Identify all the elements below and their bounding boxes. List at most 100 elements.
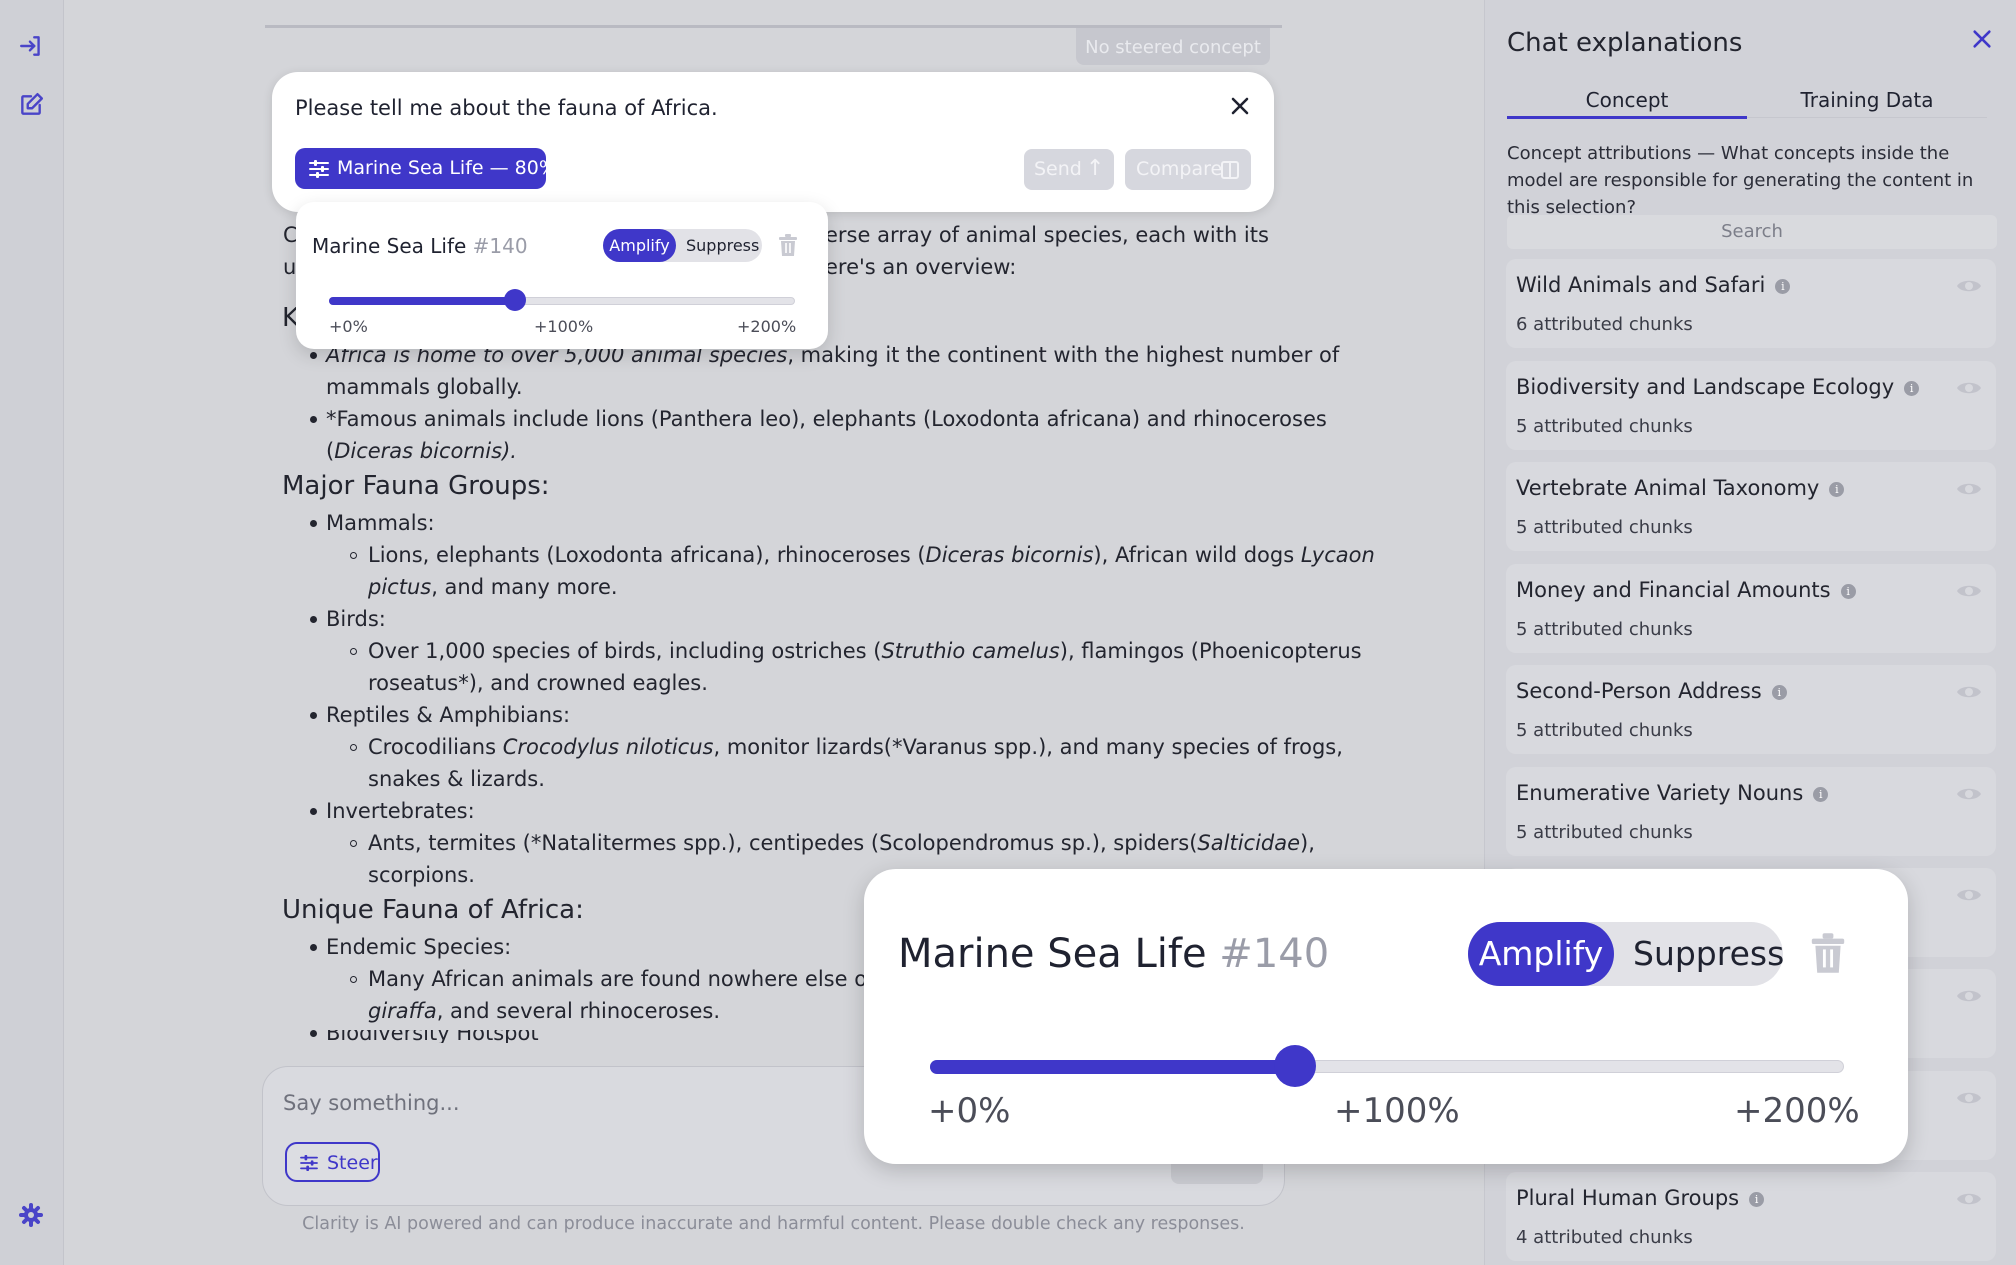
info-icon[interactable]: i [1829, 481, 1845, 497]
eye-icon[interactable] [1956, 480, 1982, 498]
concept-card[interactable]: Wild Animals and Safari i 6 attributed ch… [1506, 259, 1996, 348]
disclaimer-text: Clarity is AI powered and can produce in… [302, 1214, 1245, 1234]
slider-tick-min: +0% [329, 317, 368, 336]
mammals-label: Mammals: [326, 511, 435, 535]
eye-icon[interactable] [1956, 1089, 1982, 1107]
panel-description: Concept attributions — What concepts ins… [1507, 143, 1974, 218]
steer-slider-handle[interactable] [503, 289, 526, 311]
eye-icon[interactable] [1956, 1190, 1982, 1208]
composer-send-button[interactable] [1171, 1164, 1263, 1184]
sliders-icon [309, 160, 329, 178]
info-icon[interactable]: i [1749, 1191, 1765, 1207]
steer-slider-handle[interactable] [1273, 1045, 1316, 1087]
invertebrates-line-1: Ants, termites (*Natalitermes spp.), cen… [368, 831, 1315, 855]
bullet [310, 520, 317, 527]
tab-training-data[interactable]: Training Data [1747, 88, 1987, 112]
eye-icon[interactable] [1956, 987, 1982, 1005]
info-icon[interactable]: i [1771, 684, 1787, 700]
compare-button[interactable]: Compare [1125, 149, 1251, 190]
sign-in-icon[interactable] [16, 33, 46, 63]
panel-title: Chat explanations [1507, 28, 1743, 58]
info-icon[interactable]: i [1840, 583, 1856, 599]
eye-icon[interactable] [1956, 785, 1982, 803]
bullet [310, 944, 317, 951]
response-bullet-2: *Famous animals include lions (Panthera … [326, 407, 1327, 431]
response-intro-b1: erse array of animal species, each with … [825, 223, 1269, 247]
edit-icon[interactable] [16, 92, 46, 122]
eye-icon[interactable] [1956, 886, 1982, 904]
eye-icon[interactable] [1956, 379, 1982, 397]
mammals-line-1: Lions, elephants (Loxodonta africana), r… [368, 543, 1375, 567]
suppress-option[interactable]: Suppress [686, 229, 759, 262]
concept-card[interactable]: Second-Person Address i 5 attributed chun… [1506, 665, 1996, 754]
steer-button[interactable]: Steer [285, 1142, 380, 1182]
composer-input[interactable]: Say something... [283, 1091, 460, 1115]
steer-slider-fill [930, 1060, 1295, 1074]
concept-card-count: 4 attributed chunks [1516, 1227, 1693, 1248]
slider-tick-max: +200% [1734, 1091, 1860, 1131]
birds-line-2: roseatus*), and crowned eagles. [368, 671, 708, 695]
columns-icon [1221, 161, 1239, 179]
eye-icon[interactable] [1956, 277, 1982, 295]
info-icon[interactable]: i [1904, 380, 1920, 396]
sub-bullet [350, 648, 357, 655]
close-icon[interactable] [1228, 94, 1256, 122]
concept-card-count: 5 attributed chunks [1516, 822, 1693, 843]
close-icon[interactable] [1971, 28, 1999, 56]
bullet [310, 352, 317, 359]
tab-divider [1747, 117, 1987, 118]
birds-line-1: Over 1,000 species of birds, including o… [368, 639, 1362, 663]
info-icon[interactable]: i [1813, 786, 1829, 802]
bullet [310, 616, 317, 623]
search-input[interactable]: Search [1507, 215, 1997, 249]
reptiles-line-1: Crocodilians Crocodylus niloticus, monit… [368, 735, 1343, 759]
prompt-card: Please tell me about the fauna of Africa… [272, 72, 1274, 212]
concept-card-count: 5 attributed chunks [1516, 619, 1693, 640]
mammals-line-2: pictus, and many more. [368, 575, 618, 599]
concept-card-title: Enumerative Variety Nouns [1516, 781, 1804, 805]
amplify-option[interactable]: Amplify [603, 229, 676, 262]
prompt-text: Please tell me about the fauna of Africa… [295, 96, 718, 120]
bullet [310, 416, 317, 423]
eye-icon[interactable] [1956, 683, 1982, 701]
trash-icon[interactable] [778, 234, 798, 256]
suppress-option[interactable]: Suppress [1633, 922, 1784, 986]
endemic-line-1: Many African animals are found nowhere e… [368, 967, 922, 991]
send-button[interactable]: Send ↑ [1024, 149, 1114, 190]
concept-card[interactable]: Enumerative Variety Nouns i 5 attributed … [1506, 767, 1996, 856]
slider-tick-mid: +100% [534, 317, 594, 336]
sub-bullet [350, 976, 357, 983]
tab-concept[interactable]: Concept [1507, 88, 1747, 112]
concept-card-count: 5 attributed chunks [1516, 416, 1693, 437]
settings-icon[interactable] [16, 1203, 46, 1233]
sub-bullet [350, 840, 357, 847]
concept-card-count: 6 attributed chunks [1516, 314, 1693, 335]
concept-card[interactable]: Plural Human Groups i 4 attributed chunks [1506, 1172, 1996, 1261]
response-intro-a2: u [283, 255, 297, 279]
concept-card[interactable]: Biodiversity and Landscape Ecology i 5 at… [1506, 361, 1996, 450]
amplify-suppress-toggle[interactable]: Amplify Suppress [603, 229, 762, 262]
slider-tick-mid: +100% [1334, 1091, 1460, 1131]
amplify-option[interactable]: Amplify [1468, 922, 1614, 986]
steer-slider-fill [329, 297, 515, 305]
sliders-icon [300, 1155, 318, 1171]
trash-icon[interactable] [1810, 931, 1846, 975]
response-intro-b2: ere's an overview: [825, 255, 1017, 279]
left-rail [0, 0, 64, 1265]
concept-card[interactable]: Vertebrate Animal Taxonomy i 5 attributed… [1506, 462, 1996, 551]
concept-card-title: Wild Animals and Safari [1516, 273, 1766, 297]
concept-card[interactable]: Money and Financial Amounts i 5 attribute… [1506, 564, 1996, 653]
birds-label: Birds: [326, 607, 386, 631]
steered-concept-pill[interactable]: Marine Sea Life — 80% [295, 148, 557, 189]
steered-concept-badge: No steered concept [1076, 28, 1270, 65]
bullet [310, 712, 317, 719]
bullet [310, 808, 317, 815]
invertebrates-line-2: scorpions. [368, 863, 475, 887]
concept-card-title: Vertebrate Animal Taxonomy [1516, 476, 1820, 500]
eye-icon[interactable] [1956, 582, 1982, 600]
amplify-suppress-toggle[interactable]: Amplify Suppress [1468, 922, 1784, 986]
info-icon[interactable]: i [1775, 278, 1791, 294]
concept-card-count: 5 attributed chunks [1516, 517, 1693, 538]
arrow-up-icon: ↑ [1086, 156, 1105, 181]
slider-tick-min: +0% [928, 1091, 1011, 1131]
